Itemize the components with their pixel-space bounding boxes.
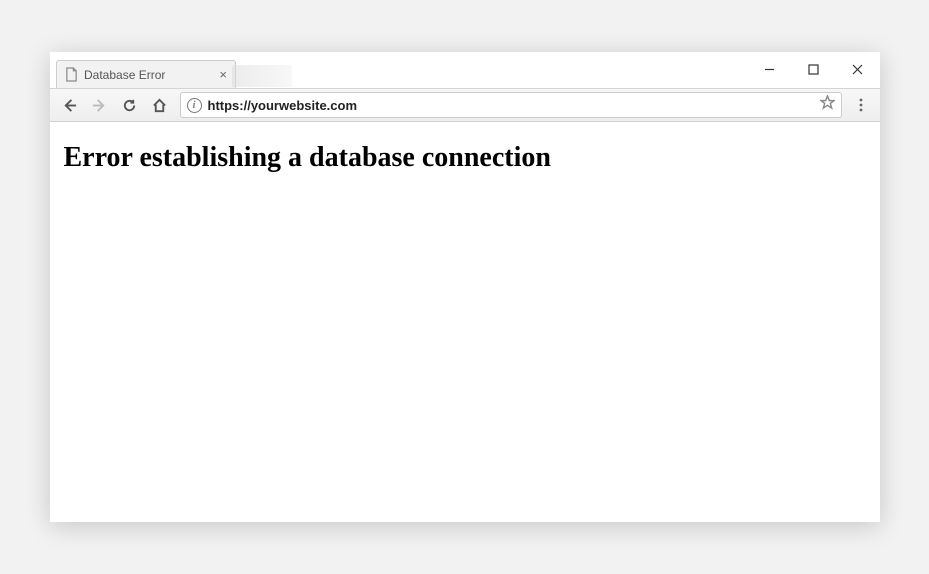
- browser-tab[interactable]: Database Error ×: [56, 60, 236, 88]
- close-window-button[interactable]: [836, 52, 880, 86]
- error-heading: Error establishing a database connection: [64, 142, 866, 174]
- browser-window: Database Error ×: [50, 52, 880, 522]
- home-button[interactable]: [146, 92, 174, 118]
- minimize-button[interactable]: [748, 52, 792, 86]
- page-content: Error establishing a database connection: [50, 122, 880, 522]
- document-icon: [65, 67, 78, 82]
- site-info-icon[interactable]: i: [187, 98, 202, 113]
- window-controls: [748, 52, 880, 86]
- forward-button[interactable]: [86, 92, 114, 118]
- back-button[interactable]: [56, 92, 84, 118]
- tab-title: Database Error: [84, 68, 165, 82]
- maximize-button[interactable]: [792, 52, 836, 86]
- close-tab-icon[interactable]: ×: [219, 67, 227, 82]
- url-text: https://yourwebsite.com: [208, 98, 814, 113]
- browser-menu-button[interactable]: [848, 92, 874, 118]
- tab-bar: Database Error ×: [50, 52, 880, 88]
- bookmark-star-icon[interactable]: [820, 95, 835, 115]
- inactive-tab-shadow: [232, 65, 292, 87]
- reload-button[interactable]: [116, 92, 144, 118]
- toolbar: i https://yourwebsite.com: [50, 88, 880, 122]
- address-bar[interactable]: i https://yourwebsite.com: [180, 92, 842, 118]
